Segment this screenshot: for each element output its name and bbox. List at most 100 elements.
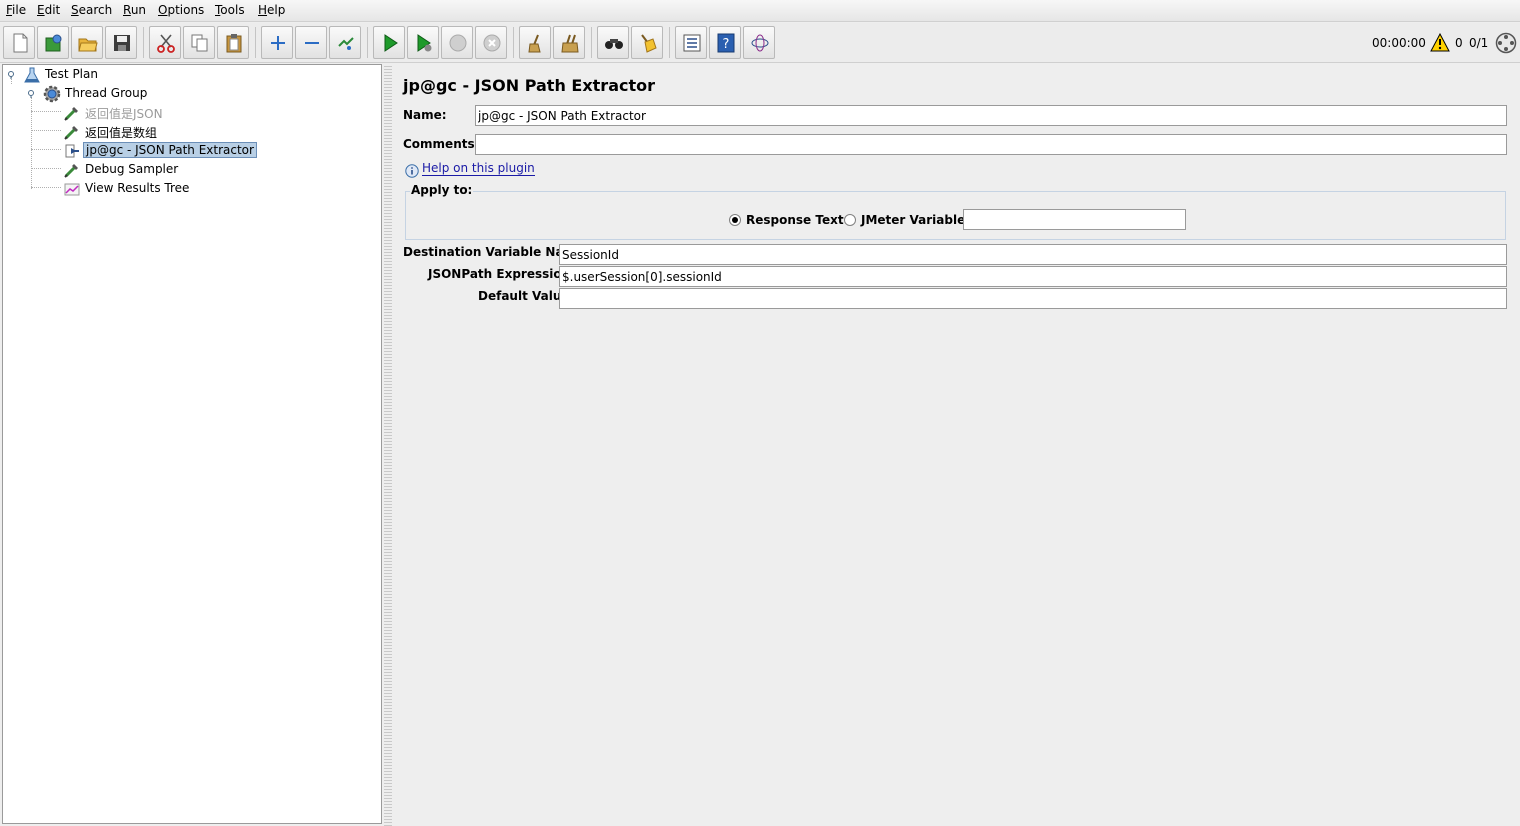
response-text-radio[interactable] — [729, 214, 741, 226]
menu-search[interactable]: Search — [71, 3, 112, 17]
name-input[interactable] — [475, 105, 1507, 126]
panel-title: jp@gc - JSON Path Extractor — [403, 76, 655, 95]
clear-icon — [528, 34, 541, 53]
tree-connector — [31, 149, 61, 150]
comments-input[interactable] — [475, 134, 1507, 155]
help-icon: ? — [717, 33, 735, 53]
tree-node-label: 返回值是数组 — [85, 126, 158, 140]
templates-button[interactable] — [37, 26, 69, 59]
shutdown-icon — [483, 34, 501, 52]
tree-connector — [31, 187, 61, 188]
jmeter-variable-label[interactable]: JMeter Variable: — [861, 213, 970, 227]
tree-node-label: jp@gc - JSON Path Extractor — [83, 142, 257, 158]
new-button[interactable] — [3, 26, 35, 59]
start-no-pause-icon — [417, 34, 432, 52]
expand-icon — [271, 36, 285, 50]
jmeter-variable-input[interactable] — [963, 209, 1186, 230]
cut-button[interactable] — [149, 26, 181, 59]
toggle-button[interactable] — [329, 26, 361, 59]
templates-icon — [45, 34, 62, 52]
expand-all-button[interactable] — [261, 26, 293, 59]
warning-count: 0 — [1455, 36, 1463, 50]
toolbar: ? 00:00:00 0 0/1 — [0, 23, 1520, 63]
tree-connector — [31, 111, 61, 112]
clear-all-icon — [561, 34, 579, 53]
collapse-all-button[interactable] — [295, 26, 327, 59]
start-button[interactable] — [373, 26, 405, 59]
shutdown-button[interactable] — [475, 26, 507, 59]
menu-options[interactable]: Options — [158, 3, 204, 17]
test-plan-tree[interactable]: Test Plan Thread Group 返回值是JSON 返回值是数组 j… — [2, 64, 382, 824]
name-label: Name: — [403, 108, 447, 122]
menu-bar: File Edit Search Run Options Tools Help — [0, 0, 1520, 22]
cut-icon — [157, 34, 175, 53]
jsonpath-expression-label: JSONPath Expression: — [428, 267, 575, 281]
remote-status-icon[interactable] — [1495, 32, 1517, 54]
start-icon — [384, 34, 398, 52]
menu-file[interactable]: File — [6, 3, 26, 17]
menu-run[interactable]: Run — [123, 3, 146, 17]
stop-icon — [449, 34, 467, 52]
response-text-label[interactable]: Response Text — [746, 213, 844, 227]
toolbar-separator — [367, 27, 368, 58]
save-button[interactable] — [105, 26, 137, 59]
sampler-icon — [64, 164, 78, 178]
collapse-icon — [305, 42, 319, 44]
open-button[interactable] — [71, 26, 103, 59]
tree-expander-icon[interactable] — [26, 88, 36, 98]
copy-icon — [191, 34, 208, 52]
info-icon — [405, 164, 419, 178]
open-icon — [78, 38, 98, 52]
paste-icon — [226, 34, 242, 53]
function-helper-button[interactable] — [675, 26, 707, 59]
active-threads: 0/1 — [1469, 36, 1489, 50]
clear-button[interactable] — [519, 26, 551, 59]
jsonpath-expression-input[interactable] — [559, 266, 1507, 287]
sampler-icon — [64, 107, 78, 121]
help-button[interactable]: ? — [709, 26, 741, 59]
start-no-pauses-button[interactable] — [407, 26, 439, 59]
reset-search-icon — [641, 34, 657, 53]
toggle-icon — [338, 37, 354, 50]
element-editor: jp@gc - JSON Path Extractor Name: Commen… — [393, 64, 1520, 826]
test-plan-icon — [24, 67, 40, 83]
comments-label: Comments: — [403, 137, 480, 151]
default-value-input[interactable] — [559, 288, 1507, 309]
menu-edit[interactable]: Edit — [37, 3, 60, 17]
warning-icon[interactable] — [1430, 33, 1450, 52]
tree-connector — [31, 130, 61, 131]
toolbar-separator — [669, 27, 670, 58]
thread-group-icon — [43, 85, 61, 103]
function-helper-icon — [683, 34, 701, 52]
remote-icon — [751, 34, 769, 52]
tree-expander-icon[interactable] — [6, 69, 16, 79]
destination-variable-input[interactable] — [559, 244, 1507, 265]
stop-button[interactable] — [441, 26, 473, 59]
save-icon — [114, 35, 130, 51]
jmeter-variable-radio[interactable] — [844, 214, 856, 226]
help-plugin-link[interactable]: Help on this plugin — [422, 161, 535, 176]
apply-to-label: Apply to: — [410, 183, 474, 197]
menu-help[interactable]: Help — [258, 3, 285, 17]
tree-node-label: Thread Group — [65, 86, 148, 100]
menu-tools[interactable]: Tools — [215, 3, 245, 17]
panel-splitter[interactable] — [384, 64, 392, 826]
toolbar-separator — [255, 27, 256, 58]
reset-search-button[interactable] — [631, 26, 663, 59]
toolbar-separator — [591, 27, 592, 58]
elapsed-timer: 00:00:00 — [1372, 36, 1426, 50]
tree-node-label: View Results Tree — [85, 181, 190, 195]
toolbar-separator — [143, 27, 144, 58]
listener-icon — [64, 183, 80, 196]
copy-button[interactable] — [183, 26, 215, 59]
tree-node-label: 返回值是JSON — [85, 107, 163, 121]
sampler-icon — [64, 126, 78, 140]
svg-text:?: ? — [723, 37, 730, 52]
search-button[interactable] — [597, 26, 629, 59]
paste-button[interactable] — [217, 26, 249, 59]
search-icon — [605, 39, 623, 49]
tree-node-label: Test Plan — [45, 67, 98, 81]
post-processor-icon — [65, 144, 79, 158]
clear-all-button[interactable] — [553, 26, 585, 59]
remote-button[interactable] — [743, 26, 775, 59]
